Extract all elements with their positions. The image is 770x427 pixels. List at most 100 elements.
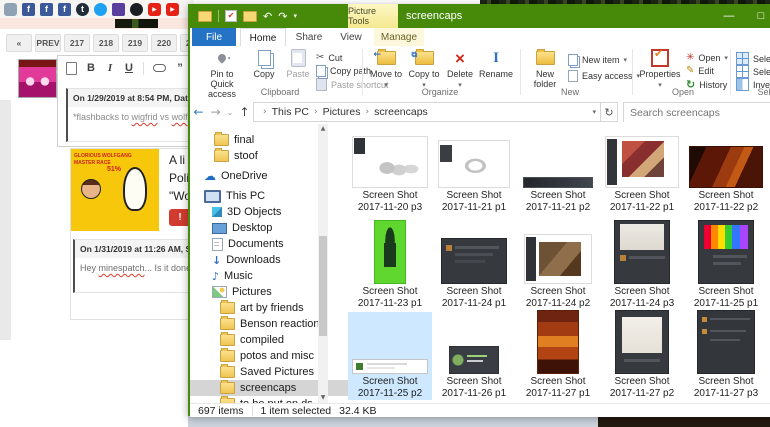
pictures-icon — [212, 286, 227, 298]
file-item[interactable]: Screen Shot2017-11-24 p2 — [516, 222, 600, 310]
post-text: Poli — [169, 171, 189, 185]
facebook-icon[interactable]: f — [40, 3, 53, 16]
scroll-down-icon[interactable]: ▼ — [318, 393, 328, 403]
minimize-button[interactable]: — — [714, 4, 744, 28]
browser-window: f f f t ▶ ▶ « PREV 217 218 219 220 221 2… — [0, 0, 190, 427]
select-none-button[interactable]: Select none — [736, 65, 770, 78]
youtube-icon[interactable]: ▶ — [148, 3, 161, 16]
address-bar: ← → ⌄ ↑ › This PC › Pictures › screencap… — [190, 100, 770, 124]
edit-button[interactable]: ✎Edit — [686, 65, 714, 76]
redo-icon[interactable]: ↷ — [278, 10, 287, 23]
sidebar-item-onedrive[interactable]: ☁OneDrive — [190, 168, 332, 184]
new-folder-icon[interactable] — [243, 11, 257, 22]
file-item[interactable]: Screen Shot2017-11-21 p1 — [432, 130, 516, 214]
file-item[interactable]: Screen Shot2017-11-27 p2 — [600, 312, 684, 400]
breadcrumb-this-pc[interactable]: This PC — [272, 106, 309, 118]
copy-to-icon — [415, 51, 434, 65]
up-button[interactable]: ↑ — [236, 105, 253, 119]
recent-locations-caret[interactable]: ⌄ — [224, 108, 236, 117]
link-button[interactable] — [153, 64, 166, 72]
reply-editor[interactable]: B I U ” < On 1/29/2019 at 8:54 PM, DatSh… — [57, 55, 199, 147]
file-thumbnail — [438, 140, 510, 188]
copy-to-button[interactable]: ⧉ Copy to ▾ — [406, 48, 442, 90]
file-item[interactable]: Screen Shot2017-11-24 p3 — [600, 222, 684, 310]
twitter-icon[interactable] — [94, 3, 107, 16]
favicon-site[interactable] — [4, 3, 17, 16]
file-item[interactable]: Screen Shot2017-11-22 p2 — [684, 130, 768, 214]
title-bar[interactable]: ✔ ↶ ↷ ▾ Picture Tools screencaps — □ — [190, 4, 770, 28]
file-item[interactable]: Screen Shot2017-11-26 p1 — [432, 312, 516, 400]
select-group-label: Select — [730, 87, 770, 97]
tab-share[interactable]: Share — [288, 28, 330, 46]
file-item-selected[interactable]: Screen Shot2017-11-25 p2 — [348, 312, 432, 400]
youtube-icon[interactable]: ▶ — [166, 3, 179, 16]
scrollbar-thumb[interactable] — [319, 236, 327, 336]
undo-icon[interactable]: ↶ — [263, 10, 272, 23]
page-number-button[interactable]: 219 — [122, 34, 148, 52]
move-to-button[interactable]: ← Move to ▾ — [368, 48, 404, 90]
new-folder-button[interactable]: New folder — [526, 48, 564, 89]
customize-qat-caret-icon[interactable]: ▾ — [293, 12, 297, 20]
folder-icon[interactable] — [198, 11, 212, 22]
page-number-button[interactable]: 218 — [93, 34, 119, 52]
scroll-up-icon[interactable]: ▲ — [318, 124, 328, 134]
purple-site-icon[interactable] — [112, 3, 125, 16]
page-first-button[interactable]: « — [6, 34, 32, 52]
post-image-comic[interactable]: GLORIOUS WOLFGANG MASTER RACE 51% — [71, 149, 159, 231]
forward-button[interactable]: → — [207, 105, 224, 119]
tab-home[interactable]: Home — [240, 28, 286, 47]
page-number-button[interactable]: 217 — [64, 34, 90, 52]
pin-icon — [216, 52, 227, 63]
file-item[interactable]: Screen Shot2017-11-22 p1 — [600, 130, 684, 214]
new-item-button[interactable]: New item ▾ — [568, 54, 627, 66]
breadcrumb-screencaps[interactable]: screencaps — [374, 106, 428, 118]
rename-icon: I — [493, 53, 499, 63]
source-icon[interactable] — [66, 62, 77, 75]
select-all-button[interactable]: Select all — [736, 52, 770, 65]
file-thumbnail — [614, 220, 670, 284]
tumblr-icon[interactable]: t — [76, 3, 89, 16]
user-avatar[interactable] — [18, 59, 57, 98]
refresh-button[interactable]: ↻ — [601, 102, 618, 122]
picture-tools-contextual-tab[interactable]: Picture Tools — [348, 4, 398, 28]
address-dropdown-caret[interactable]: ▾ — [592, 108, 596, 116]
facebook-icon[interactable]: f — [22, 3, 35, 16]
file-item[interactable]: Screen Shot2017-11-23 p1 — [348, 222, 432, 310]
sidebar-item-this-pc[interactable]: This PC — [190, 188, 332, 204]
page-number-button[interactable]: 220 — [151, 34, 177, 52]
open-button[interactable]: ✳Open ▾ — [686, 52, 728, 63]
search-input[interactable] — [624, 104, 770, 122]
page-prev-button[interactable]: PREV — [35, 34, 61, 52]
facebook-icon[interactable]: f — [58, 3, 71, 16]
copy-button[interactable]: Copy — [248, 48, 280, 79]
file-item[interactable]: Screen Shot2017-11-27 p1 — [516, 312, 600, 400]
quote-button[interactable]: ” — [175, 62, 185, 74]
properties-button[interactable]: Properties ▾ — [638, 48, 682, 90]
dark-site-icon[interactable] — [130, 3, 143, 16]
file-thumbnail — [352, 136, 428, 188]
easy-access-button[interactable]: Easy access ▾ — [568, 70, 640, 82]
tab-view[interactable]: View — [332, 28, 370, 46]
tab-file[interactable]: File — [192, 28, 236, 46]
properties-check-icon[interactable]: ✔ — [225, 10, 237, 22]
comic-character — [81, 179, 101, 199]
file-item[interactable]: Screen Shot2017-11-27 p3 — [684, 312, 768, 400]
rename-button[interactable]: I Rename — [478, 48, 514, 79]
tab-manage[interactable]: Manage — [374, 28, 424, 46]
quote-citation[interactable]: On 1/31/2019 at 11:26 AM, Szczu — [75, 240, 201, 258]
file-item[interactable]: Screen Shot2017-11-21 p2 — [516, 130, 600, 214]
paste-button[interactable]: Paste — [282, 48, 314, 79]
italic-button[interactable]: I — [105, 62, 115, 74]
file-item[interactable]: Screen Shot2017-11-25 p1 — [684, 222, 768, 310]
editor-toolbar: B I U ” < — [58, 56, 206, 80]
bold-button[interactable]: B — [86, 62, 96, 74]
delete-button[interactable]: × Delete ▾ — [444, 48, 476, 90]
maximize-button[interactable]: □ — [746, 4, 770, 28]
underline-button[interactable]: U — [124, 62, 134, 74]
file-item[interactable]: Screen Shot2017-11-20 p3 — [348, 130, 432, 214]
back-button[interactable]: ← — [190, 105, 207, 119]
cut-button[interactable]: ✂Cut — [316, 52, 342, 63]
breadcrumb[interactable]: › This PC › Pictures › screencaps ▾ — [253, 102, 601, 122]
breadcrumb-pictures[interactable]: Pictures — [323, 106, 361, 118]
file-item[interactable]: Screen Shot2017-11-24 p1 — [432, 222, 516, 310]
